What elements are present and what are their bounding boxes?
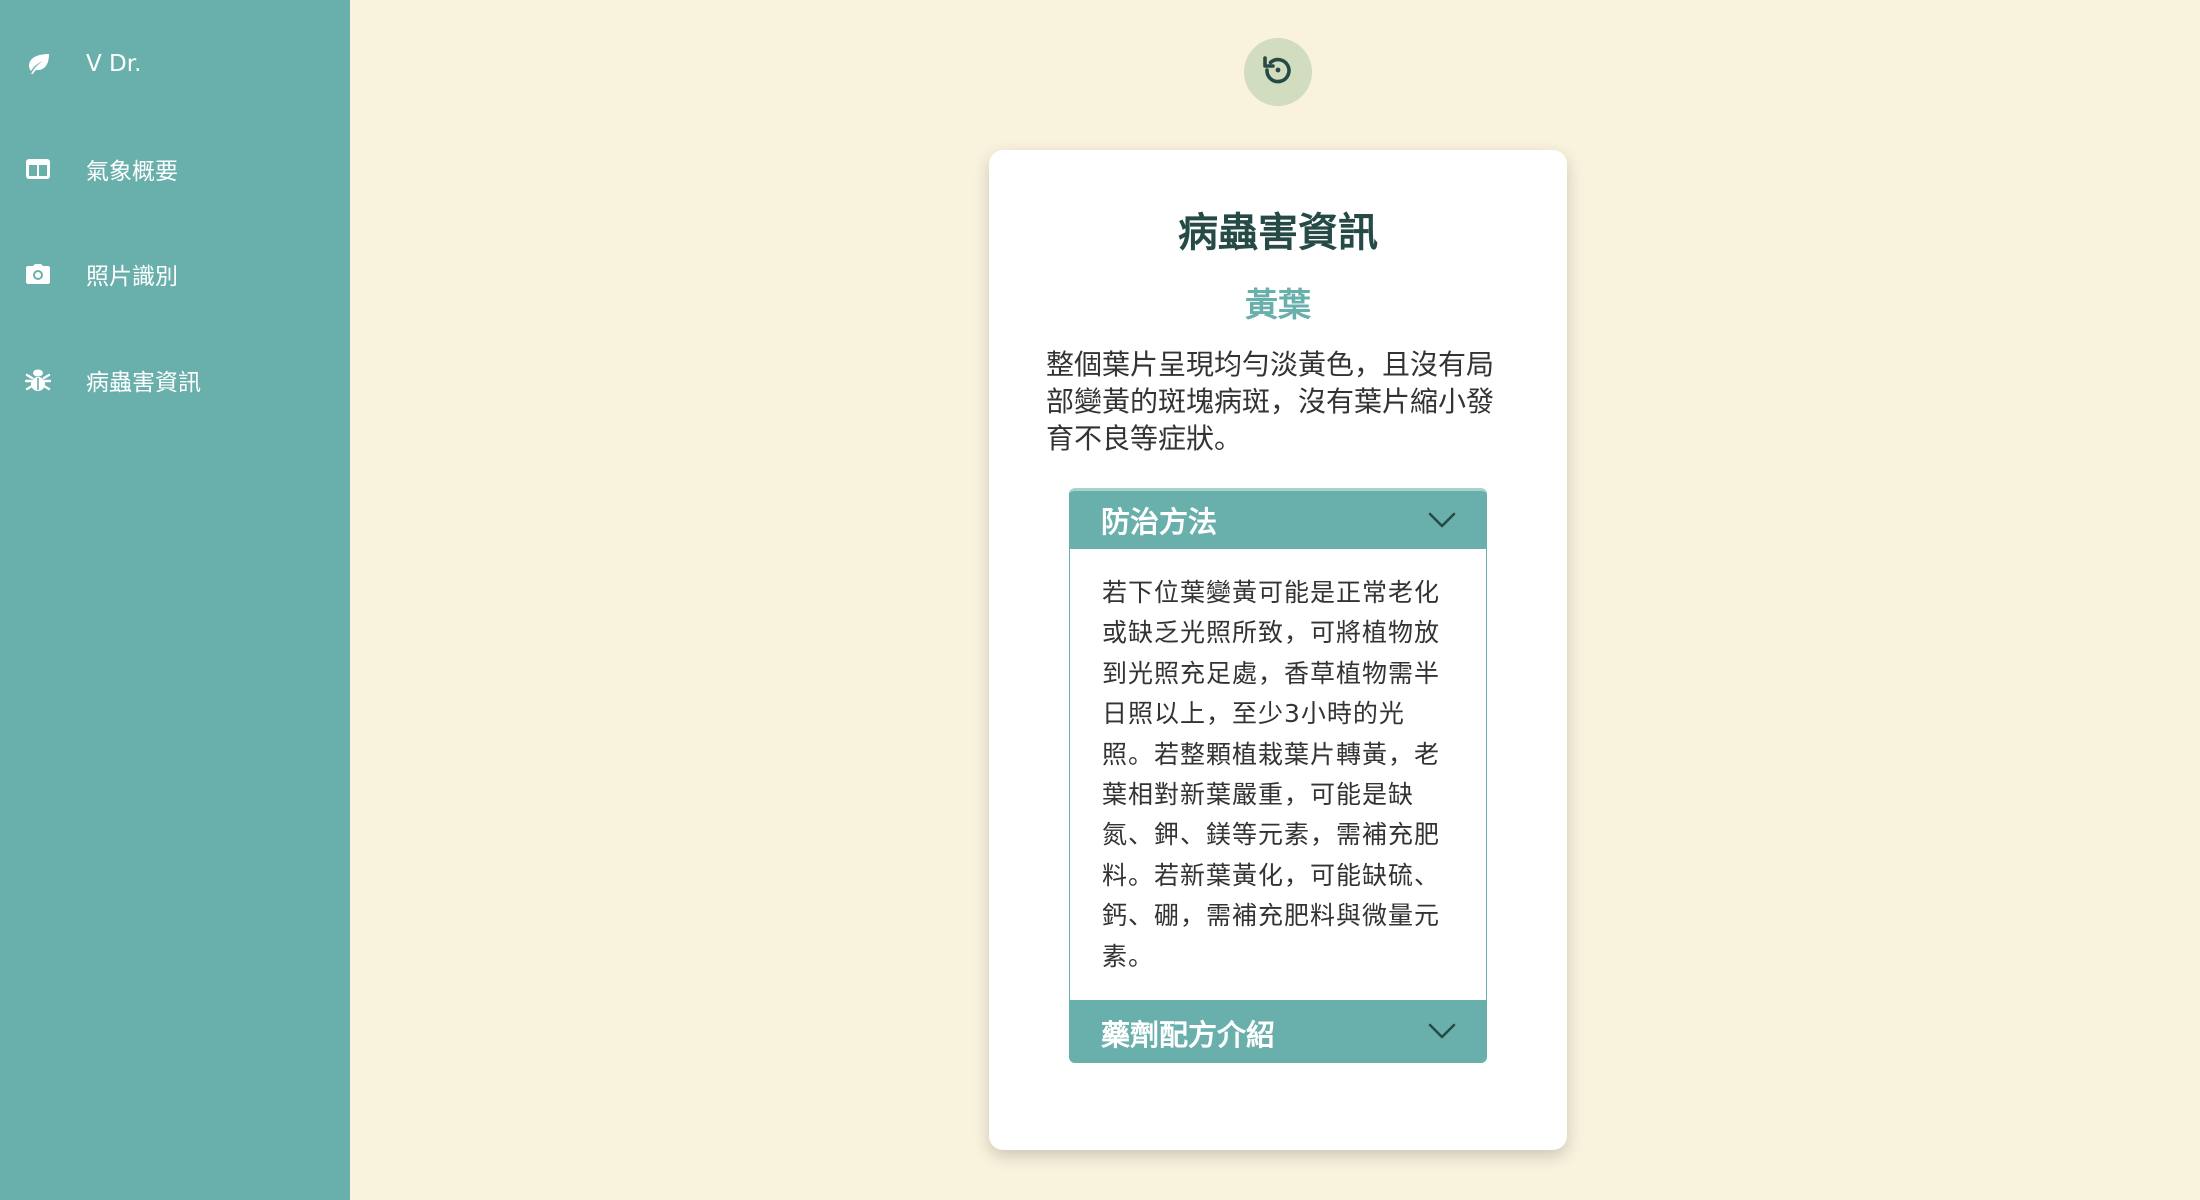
sidebar-item-pest[interactable]: 病蟲害資訊: [0, 350, 350, 410]
accordion-header-pesticide[interactable]: 藥劑配方介紹: [1069, 1002, 1487, 1063]
accordion-body-prevention: 若下位葉變黃可能是正常老化或缺乏光照所致，可將植物放到光照充足處，香草植物需半日…: [1069, 549, 1487, 1002]
page-title: 病蟲害資訊: [1178, 210, 1378, 256]
sidebar-brand[interactable]: V Dr.: [0, 34, 350, 94]
pest-name: 黃葉: [1245, 285, 1311, 324]
accordion: 防治方法 若下位葉變黃可能是正常老化或缺乏光照所致，可將植物放到光照充足處，香草…: [1069, 488, 1487, 1063]
chevron-down-icon: [1427, 1020, 1457, 1042]
sidebar-item-photo[interactable]: 照片識別: [0, 244, 350, 304]
bug-icon: [24, 366, 52, 394]
sidebar-item-label: 氣象概要: [86, 159, 178, 185]
reset-icon: [1261, 53, 1295, 91]
sidebar-item-label: 病蟲害資訊: [86, 370, 201, 396]
chevron-down-icon: [1427, 509, 1457, 531]
sidebar-item-weather[interactable]: 氣象概要: [0, 139, 350, 199]
accordion-header-prevention[interactable]: 防治方法: [1069, 488, 1487, 549]
brand-label: V Dr.: [86, 51, 142, 77]
pest-description: 整個葉片呈現均勻淡黃色，且沒有局部變黃的斑塊病斑，沒有葉片縮小發育不良等症狀。: [1046, 348, 1495, 455]
pest-info-card: 病蟲害資訊 黃葉 整個葉片呈現均勻淡黃色，且沒有局部變黃的斑塊病斑，沒有葉片縮小…: [989, 150, 1567, 1150]
sidebar: V Dr. 氣象概要 照片識別 病蟲害資訊: [0, 0, 350, 1200]
camera-icon: [24, 260, 52, 288]
leaf-icon: [24, 50, 52, 78]
accordion-title: 防治方法: [1101, 505, 1218, 539]
sidebar-item-label: 照片識別: [86, 264, 178, 290]
reset-button[interactable]: [1244, 38, 1312, 106]
panel-icon: [24, 155, 52, 183]
accordion-title: 藥劑配方介紹: [1101, 1017, 1276, 1052]
